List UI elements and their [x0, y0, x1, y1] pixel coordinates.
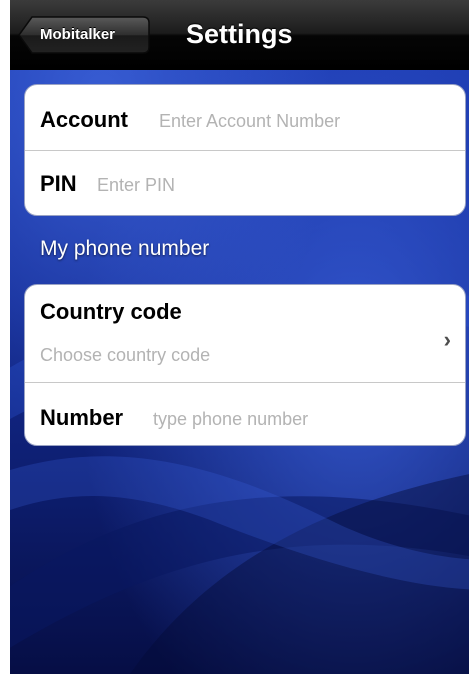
country-code-row[interactable]: Country code Choose country code › — [25, 285, 465, 382]
country-code-label: Country code — [40, 299, 182, 324]
number-input[interactable]: type phone number — [153, 409, 308, 430]
chevron-right-icon: › — [443, 327, 451, 352]
back-button[interactable]: Mobitalker — [18, 16, 150, 54]
phone-group: Country code Choose country code › Numbe… — [24, 284, 466, 446]
pin-input[interactable]: Enter PIN — [97, 175, 175, 196]
navigation-bar: Mobitalker Settings — [10, 0, 469, 70]
section-header-phone: My phone number — [40, 237, 210, 260]
back-button-label: Mobitalker — [40, 26, 116, 43]
page-title: Settings — [186, 19, 293, 49]
number-label: Number — [40, 405, 124, 430]
account-input[interactable]: Enter Account Number — [159, 111, 340, 132]
number-row[interactable]: Number type phone number — [25, 383, 465, 445]
login-group: Account Enter Account Number PIN Enter P… — [24, 84, 466, 216]
account-row[interactable]: Account Enter Account Number — [25, 85, 465, 150]
settings-screen: Mobitalker Settings Account Enter Accoun… — [10, 0, 469, 674]
pin-label: PIN — [40, 171, 77, 196]
account-label: Account — [40, 107, 128, 132]
country-code-value: Choose country code — [40, 345, 211, 365]
pin-row[interactable]: PIN Enter PIN — [25, 151, 465, 215]
